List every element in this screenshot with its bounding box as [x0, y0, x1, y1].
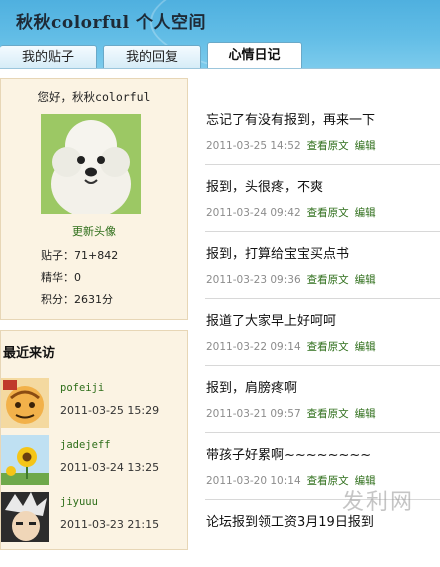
- diary-entry-meta: 2011-03-24 09:42 查看原文 编辑: [206, 205, 376, 220]
- visitor-avatar[interactable]: [1, 492, 49, 542]
- view-original-link[interactable]: 查看原文: [307, 140, 349, 152]
- view-original-link[interactable]: 查看原文: [307, 341, 349, 353]
- tab-my-posts[interactable]: 我的贴子: [0, 45, 97, 68]
- watermark: 发利网: [342, 490, 415, 515]
- visitor-avatar[interactable]: [1, 435, 49, 485]
- view-original-link[interactable]: 查看原文: [307, 207, 349, 219]
- update-avatar-link[interactable]: 更新头像: [1, 223, 187, 239]
- recent-visitors-title: 最近来访: [3, 346, 56, 361]
- cartoon-face-icon: [1, 378, 49, 428]
- diary-entry-date: 2011-03-24 09:42: [206, 207, 301, 219]
- diary-entry: 报到，肩膀疼啊 2011-03-21 09:57 查看原文 编辑: [205, 366, 440, 433]
- diary-entry-meta: 2011-03-22 09:14 查看原文 编辑: [206, 339, 376, 354]
- elite-count: 精华：0: [41, 271, 81, 284]
- tab-divider: [0, 68, 440, 69]
- tab-my-replies[interactable]: 我的回复: [103, 45, 201, 68]
- profile-panel: 您好，秋秋colorful 更新头像 贴子：71+842 精华：0 积分：263…: [0, 78, 188, 320]
- diary-entry-title[interactable]: 忘记了有没有报到，再来一下: [206, 109, 375, 128]
- diary-entry: 报到，头很疼，不爽 2011-03-24 09:42 查看原文 编辑: [205, 165, 440, 232]
- diary-entry-title[interactable]: 报到，肩膀疼啊: [206, 377, 297, 396]
- diary-entry: 报道了大家早上好呵呵 2011-03-22 09:14 查看原文 编辑: [205, 299, 440, 366]
- visitor-avatar[interactable]: [1, 378, 49, 428]
- diary-entry-meta: 2011-03-25 14:52 查看原文 编辑: [206, 138, 376, 153]
- diary-entry-meta: 2011-03-21 09:57 查看原文 编辑: [206, 406, 376, 421]
- visit-time: 2011-03-24 13:25: [60, 461, 160, 474]
- edit-link[interactable]: 编辑: [355, 140, 376, 152]
- tab-mood-diary[interactable]: 心情日记: [207, 42, 302, 68]
- sunflower-icon: [1, 435, 49, 485]
- visit-time: 2011-03-25 15:29: [60, 404, 160, 417]
- avatar[interactable]: [41, 114, 141, 214]
- diary-entry-date: 2011-03-22 09:14: [206, 341, 301, 353]
- diary-entry-title[interactable]: 报到，头很疼，不爽: [206, 176, 323, 195]
- diary-entry-title[interactable]: 报到，打算给宝宝买点书: [206, 243, 349, 262]
- diary-entry: 报到，打算给宝宝买点书 2011-03-23 09:36 查看原文 编辑: [205, 232, 440, 299]
- edit-link[interactable]: 编辑: [355, 408, 376, 420]
- diary-entry-meta: 2011-03-23 09:36 查看原文 编辑: [206, 272, 376, 287]
- diary-entry-date: 2011-03-23 09:36: [206, 274, 301, 286]
- edit-link[interactable]: 编辑: [355, 274, 376, 286]
- visitor-name[interactable]: jadejeff: [60, 439, 111, 451]
- space-title: 秋秋colorful 个人空间: [16, 13, 206, 33]
- edit-link[interactable]: 编辑: [355, 207, 376, 219]
- visitor-item: jadejeff 2011-03-24 13:25: [1, 435, 187, 487]
- view-original-link[interactable]: 查看原文: [307, 274, 349, 286]
- visitor-item: pofeiji 2011-03-25 15:29: [1, 378, 187, 430]
- visitor-item: jiyuuu 2011-03-23 21:15: [1, 492, 187, 544]
- anime-character-icon: [1, 492, 49, 542]
- points-count: 积分：2631分: [41, 293, 113, 306]
- view-original-link[interactable]: 查看原文: [307, 408, 349, 420]
- recent-visitors-panel: 最近来访 pofeiji 2011-03-25 15:29 jadejeff 2…: [0, 330, 188, 550]
- diary-entry-date: 2011-03-21 09:57: [206, 408, 301, 420]
- posts-count: 贴子：71+842: [41, 249, 119, 262]
- edit-link[interactable]: 编辑: [355, 341, 376, 353]
- poodle-avatar-icon: [41, 114, 141, 214]
- visit-time: 2011-03-23 21:15: [60, 518, 160, 531]
- diary-entry-date: 2011-03-20 10:14: [206, 475, 301, 487]
- diary-entry-date: 2011-03-25 14:52: [206, 140, 301, 152]
- visitor-name[interactable]: jiyuuu: [60, 496, 98, 508]
- visitor-name[interactable]: pofeiji: [60, 382, 104, 394]
- diary-entry-title[interactable]: 报道了大家早上好呵呵: [206, 310, 336, 329]
- tab-bar: 我的贴子 我的回复 心情日记: [0, 42, 440, 68]
- diary-entry: 忘记了有没有报到，再来一下 2011-03-25 14:52 查看原文 编辑: [205, 98, 440, 165]
- diary-entry-title[interactable]: 带孩子好累啊~~~~~~~~: [206, 444, 371, 463]
- greeting-text: 您好，秋秋colorful: [37, 90, 151, 104]
